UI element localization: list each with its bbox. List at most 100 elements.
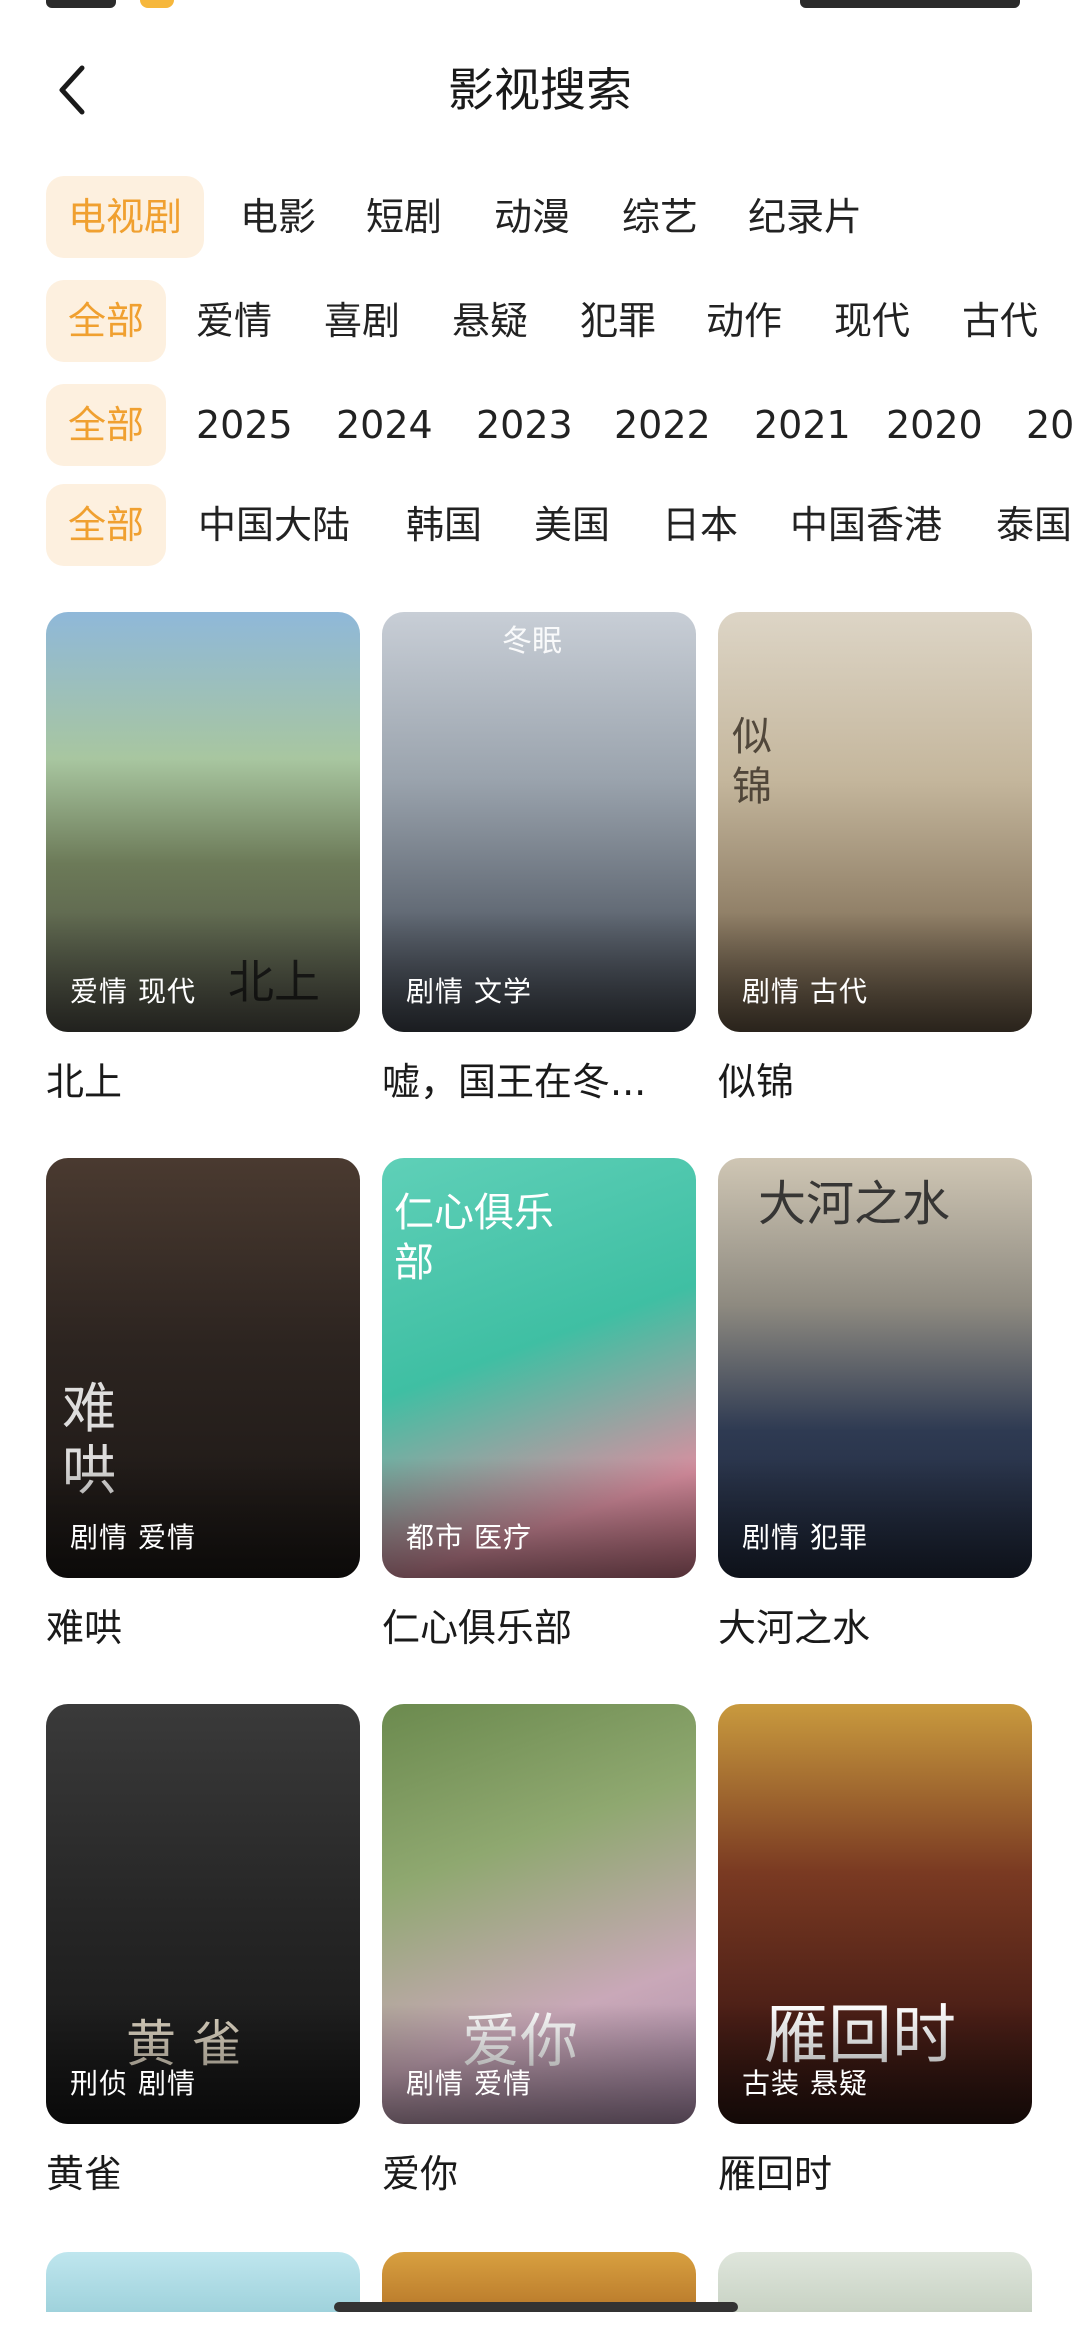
filter-genre-comedy[interactable]: 喜剧 [302, 280, 422, 362]
filter-year-2024[interactable]: 2024 [314, 384, 455, 466]
genre-filter-row: 全部 爱情 喜剧 悬疑 犯罪 动作 现代 古代 [0, 280, 1080, 362]
poster-tags: 爱情 现代 [70, 970, 206, 1010]
tag: 剧情 [406, 975, 465, 1008]
filter-region-hongkong[interactable]: 中国香港 [768, 484, 964, 566]
poster-tags: 剧情 爱情 [406, 2062, 542, 2102]
home-indicator[interactable] [334, 2302, 738, 2312]
filter-type-variety[interactable]: 综艺 [600, 176, 720, 258]
poster-image: 黄 雀 刑侦剧情 [46, 1704, 360, 2124]
year-filter-row: 全部 2025 2024 2023 2022 2021 2020 20 [0, 384, 1080, 466]
filter-type-tv[interactable]: 电视剧 [46, 176, 205, 258]
result-card-partial[interactable] [46, 2252, 360, 2312]
tag: 爱情 [138, 1521, 197, 1554]
poster-art-text: 似锦 [732, 714, 772, 810]
filter-type-short[interactable]: 短剧 [344, 176, 464, 258]
filter-year-2021[interactable]: 2021 [732, 384, 873, 466]
tag: 爱情 [70, 975, 129, 1008]
page-title: 影视搜索 [448, 63, 632, 117]
filter-genre-romance[interactable]: 爱情 [174, 280, 294, 362]
card-title: 爱你 [382, 2152, 459, 2196]
card-title: 嘘，国王在冬... [382, 1060, 647, 1104]
filter-region-japan[interactable]: 日本 [640, 484, 760, 566]
filter-year-2025[interactable]: 2025 [174, 384, 315, 466]
filter-region-thailand[interactable]: 泰国 [974, 484, 1080, 566]
filter-year-2023[interactable]: 2023 [454, 384, 595, 466]
filter-year-2020[interactable]: 2020 [864, 384, 1005, 466]
filter-genre-action[interactable]: 动作 [684, 280, 804, 362]
tag: 刑侦 [70, 2067, 129, 2100]
card-title: 仁心俱乐部 [382, 1606, 573, 1650]
status-time-fragment [46, 0, 116, 8]
tag: 爱情 [474, 2067, 533, 2100]
poster-image: 爱你 剧情爱情 [382, 1704, 696, 2124]
filter-genre-all[interactable]: 全部 [46, 280, 167, 362]
result-card[interactable]: 北上 爱情现代 北上 [46, 612, 360, 1110]
card-title: 大河之水 [718, 1606, 871, 1650]
poster-image: 仁心俱乐部 都市 医疗 [382, 1158, 696, 1578]
card-title: 难哄 [46, 1606, 123, 1650]
type-filter-row: 电视剧 电影 短剧 动漫 综艺 纪录片 [0, 176, 1080, 258]
card-title: 似锦 [718, 1060, 795, 1104]
filter-type-anime[interactable]: 动漫 [472, 176, 592, 258]
poster-image: 北上 爱情现代 [46, 612, 360, 1032]
tag: 剧情 [138, 2067, 197, 2100]
result-card[interactable]: 仁心俱乐部 都市 医疗 仁心俱乐部 [382, 1158, 696, 1656]
filter-region-mainland[interactable]: 中国大陆 [176, 484, 372, 566]
top-bar: 影视搜索 [0, 40, 1080, 140]
tag: 剧情 [742, 975, 801, 1008]
poster-image: 似锦 剧情 古代 [718, 612, 1032, 1032]
tag: 现代 [138, 975, 197, 1008]
filter-year-more[interactable]: 20 [1004, 384, 1080, 466]
poster-tags: 都市 医疗 [406, 1516, 542, 1556]
status-bar [0, 0, 1080, 20]
result-card[interactable]: 爱你 剧情爱情 爱你 [382, 1704, 696, 2202]
card-title: 北上 [46, 1060, 123, 1104]
tag: 医疗 [474, 1521, 533, 1554]
filter-region-usa[interactable]: 美国 [512, 484, 632, 566]
poster-tags: 剧情 古代 [742, 970, 878, 1010]
poster-image: 大河之水 剧情 犯罪 [718, 1158, 1032, 1578]
tag: 都市 [406, 1521, 465, 1554]
filter-region-all[interactable]: 全部 [46, 484, 167, 566]
filter-region-korea[interactable]: 韩国 [384, 484, 504, 566]
filter-genre-ancient[interactable]: 古代 [940, 280, 1060, 362]
result-card-partial[interactable] [718, 2252, 1032, 2312]
result-card[interactable]: 冬眠 剧情 文学 嘘，国王在冬... [382, 612, 696, 1110]
tag: 文学 [474, 975, 533, 1008]
poster-tags: 古装 悬疑 [742, 2062, 878, 2102]
status-icons-fragment [800, 0, 1020, 8]
tag: 悬疑 [810, 2067, 869, 2100]
tag: 剧情 [70, 1521, 129, 1554]
poster-art-text: 大河之水 [758, 1176, 951, 1232]
tag: 剧情 [742, 1521, 801, 1554]
filter-type-movie[interactable]: 电影 [218, 176, 338, 258]
filter-genre-crime[interactable]: 犯罪 [558, 280, 678, 362]
filter-genre-mystery[interactable]: 悬疑 [430, 280, 550, 362]
poster-tags: 剧情 文学 [406, 970, 542, 1010]
result-card[interactable]: 黄 雀 刑侦剧情 黄雀 [46, 1704, 360, 2202]
tag: 古装 [742, 2067, 801, 2100]
filter-year-all[interactable]: 全部 [46, 384, 167, 466]
filter-type-documentary[interactable]: 纪录片 [726, 176, 884, 258]
region-filter-row: 全部 中国大陆 韩国 美国 日本 中国香港 泰国 [0, 484, 1080, 566]
poster-art-text: 仁心俱乐部 [394, 1190, 554, 1286]
poster-tags: 刑侦 剧情 [70, 2062, 206, 2102]
card-title: 黄雀 [46, 2152, 123, 2196]
poster-image: 雁回时 古装悬疑 [718, 1704, 1032, 2124]
result-card[interactable]: 难哄 剧情爱情 难哄 [46, 1158, 360, 1656]
card-title: 雁回时 [718, 2152, 833, 2196]
notification-dot [140, 0, 174, 8]
tag: 剧情 [406, 2067, 465, 2100]
result-card[interactable]: 似锦 剧情 古代 似锦 [718, 612, 1032, 1110]
tag: 犯罪 [810, 1521, 869, 1554]
poster-image: 难哄 剧情爱情 [46, 1158, 360, 1578]
poster-tags: 剧情 爱情 [70, 1516, 206, 1556]
poster-art-text: 冬眠 [502, 624, 562, 659]
poster-tags: 剧情 犯罪 [742, 1516, 878, 1556]
result-card[interactable]: 雁回时 古装悬疑 雁回时 [718, 1704, 1032, 2202]
filter-genre-modern[interactable]: 现代 [812, 280, 932, 362]
result-card[interactable]: 大河之水 剧情 犯罪 大河之水 [718, 1158, 1032, 1656]
poster-image: 冬眠 剧情 文学 [382, 612, 696, 1032]
tag: 古代 [810, 975, 869, 1008]
filter-year-2022[interactable]: 2022 [592, 384, 733, 466]
